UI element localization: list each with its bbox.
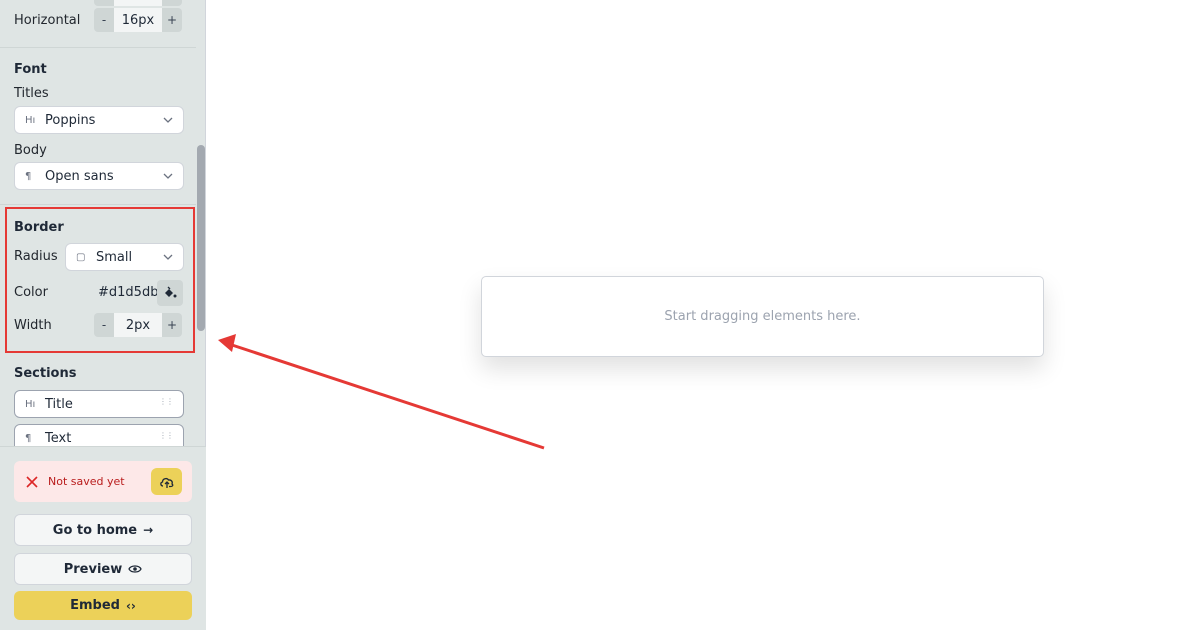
go-to-home-label: Go to home — [52, 522, 138, 538]
eye-icon — [128, 565, 142, 573]
canvas-drop-zone[interactable]: Start dragging elements here. — [481, 276, 1044, 357]
save-status: Not saved yet — [14, 461, 192, 502]
heading-icon: Hı — [25, 114, 36, 126]
chevron-down-icon — [163, 117, 173, 123]
vertical-decrement-button[interactable] — [94, 0, 114, 6]
preview-button[interactable]: Preview — [14, 553, 192, 585]
app: Horizontal - 16px + Font Titles Hı Poppi… — [0, 0, 1200, 630]
divider — [0, 47, 196, 48]
arrow-right-icon: → — [143, 523, 154, 537]
sidebar-actions: Not saved yet Go to home → Preview Embed… — [0, 446, 206, 630]
border-highlight-box — [5, 207, 195, 353]
section-item-label: Text — [45, 430, 72, 446]
horizontal-stepper: - 16px + — [94, 8, 182, 32]
body-label: Body — [14, 143, 47, 158]
heading-icon: Hı — [25, 398, 36, 410]
settings-scroll-area: Horizontal - 16px + Font Titles Hı Poppi… — [0, 0, 196, 446]
save-button[interactable] — [151, 468, 182, 495]
section-item-label: Title — [45, 396, 73, 412]
vertical-value[interactable] — [114, 0, 162, 6]
titles-row: Titles — [14, 86, 184, 101]
font-section-title: Font — [14, 62, 47, 77]
go-to-home-button[interactable]: Go to home → — [14, 514, 192, 546]
code-icon: ‹› — [125, 598, 136, 613]
embed-button[interactable]: Embed ‹› — [14, 591, 192, 620]
drag-handle-icon[interactable]: ⋮⋮ — [159, 432, 174, 440]
sidebar: Horizontal - 16px + Font Titles Hı Poppi… — [0, 0, 206, 630]
titles-font-select[interactable]: Hı Poppins — [14, 106, 184, 134]
section-item-text[interactable]: ¶ Text ⋮⋮ — [14, 424, 184, 446]
vertical-stepper — [94, 0, 182, 6]
horizontal-label: Horizontal — [14, 12, 81, 28]
titles-font-value: Poppins — [45, 112, 96, 128]
paragraph-icon: ¶ — [25, 170, 32, 182]
body-font-select[interactable]: ¶ Open sans — [14, 162, 184, 190]
arrow-head — [218, 334, 236, 352]
horizontal-decrement-button[interactable]: - — [94, 8, 114, 32]
save-status-text: Not saved yet — [48, 475, 125, 488]
sections-section-title: Sections — [14, 366, 77, 381]
canvas-placeholder-text: Start dragging elements here. — [664, 309, 861, 324]
close-icon — [26, 475, 38, 488]
chevron-down-icon — [163, 173, 173, 179]
section-item-title[interactable]: Hı Title ⋮⋮ — [14, 390, 184, 418]
vertical-increment-button[interactable] — [162, 0, 182, 6]
preview-label: Preview — [63, 561, 123, 577]
embed-label: Embed — [70, 598, 120, 613]
body-row: Body — [14, 143, 184, 158]
cloud-upload-icon — [159, 477, 173, 488]
horizontal-increment-button[interactable]: + — [162, 8, 182, 32]
titles-label: Titles — [14, 86, 49, 101]
paragraph-icon: ¶ — [25, 432, 32, 444]
sidebar-scrollbar[interactable] — [197, 145, 205, 331]
drag-handle-icon[interactable]: ⋮⋮ — [159, 398, 174, 406]
body-font-value: Open sans — [45, 168, 114, 184]
divider — [0, 204, 196, 205]
horizontal-value[interactable]: 16px — [114, 8, 162, 32]
